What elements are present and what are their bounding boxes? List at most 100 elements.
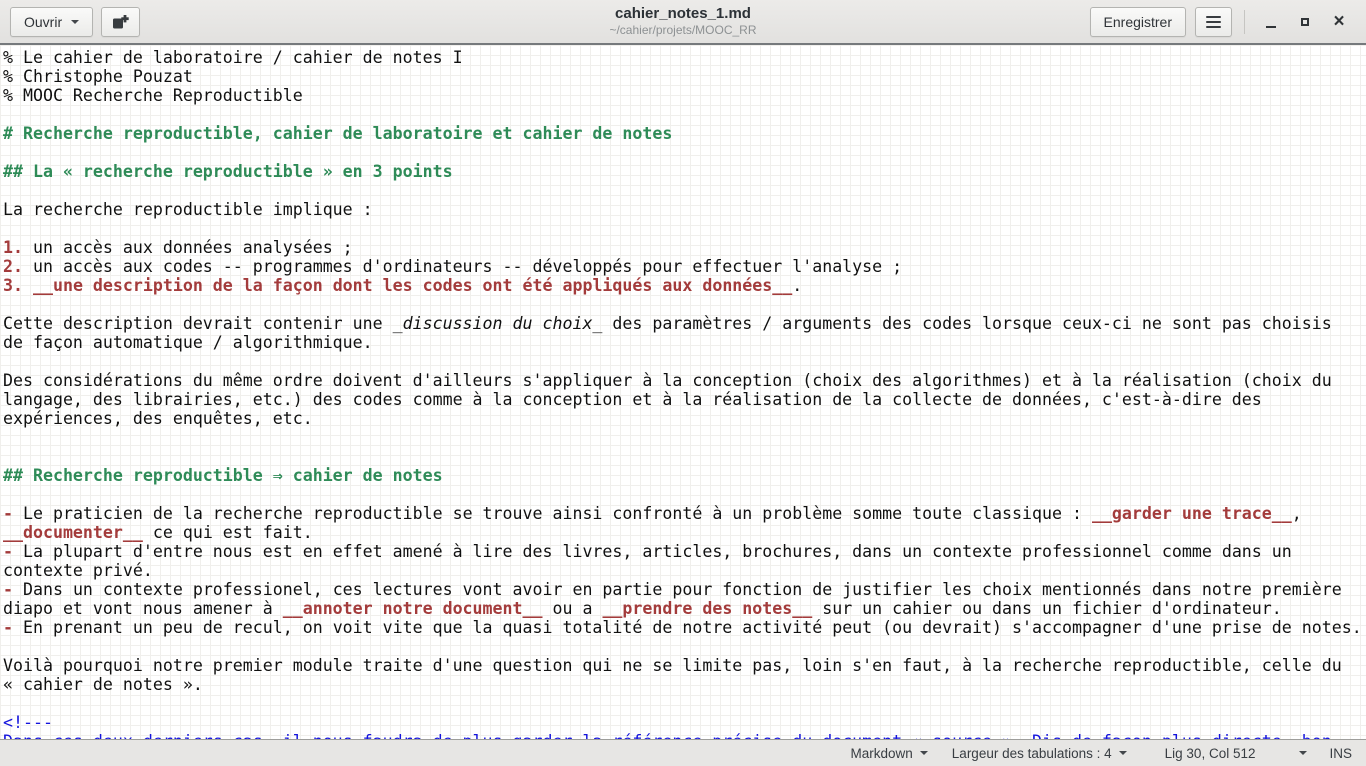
insert-mode-indicator: INS — [1329, 746, 1352, 761]
text-segment: __prendre des notes__ — [602, 599, 812, 618]
text-segment: de façon automatique / algorithmique. — [3, 333, 373, 352]
language-selector[interactable]: Markdown — [851, 746, 928, 761]
editor-line: langage, des librairies, etc.) des codes… — [3, 390, 1366, 409]
editor-line: 2. un accès aux codes -- programmes d'or… — [3, 257, 1366, 276]
editor-line: Voilà pourquoi notre premier module trai… — [3, 656, 1366, 675]
text-segment: Cette description devrait contenir une — [3, 314, 393, 333]
open-button[interactable]: Ouvrir — [10, 7, 93, 37]
headerbar-right-group: Enregistrer × — [1090, 7, 1356, 37]
text-segment: _discussion du choix_ — [393, 314, 603, 333]
text-segment: ou a — [542, 599, 602, 618]
text-segment: un accès aux données analysées ; — [23, 238, 353, 257]
text-segment: Dans un contexte professionel, ces lectu… — [13, 580, 1342, 599]
text-segment: . — [792, 276, 802, 295]
text-segment: langage, des librairies, etc.) des codes… — [3, 390, 1262, 409]
text-segment: __annoter notre document__ — [283, 599, 543, 618]
tab-width-label: Largeur des tabulations : 4 — [952, 746, 1112, 761]
editor-line: expériences, des enquêtes, etc. — [3, 409, 1366, 428]
text-segment: des paramètres / arguments des codes lor… — [602, 314, 1331, 333]
editor-line: <!--- — [3, 713, 1366, 732]
new-document-icon — [112, 14, 129, 30]
text-segment: - — [3, 618, 13, 637]
close-button[interactable]: × — [1322, 7, 1356, 37]
text-segment: 3. — [3, 276, 23, 295]
text-segment: 2. — [3, 257, 23, 276]
editor-line: - Le praticien de la recherche reproduct… — [3, 504, 1366, 523]
editor-line — [3, 143, 1366, 162]
chevron-down-icon — [1119, 751, 1127, 755]
editor-line: Dans ces deux derniers cas, il nous faud… — [3, 732, 1366, 739]
headerbar: Ouvrir cahier_notes_1.md ~/cahier/projet… — [0, 0, 1366, 45]
chevron-down-icon — [71, 20, 79, 24]
text-segment: Dans ces deux derniers cas, il nous faud… — [3, 732, 1332, 739]
editor-line — [3, 105, 1366, 124]
text-segment: expériences, des enquêtes, etc. — [3, 409, 313, 428]
editor-line: 1. un accès aux données analysées ; — [3, 238, 1366, 257]
goto-line-dropdown[interactable] — [1299, 751, 1307, 755]
editor-line: % MOOC Recherche Reproductible — [3, 86, 1366, 105]
text-segment: diapo et vont nous amener à — [3, 599, 283, 618]
editor-line: « cahier de notes ». — [3, 675, 1366, 694]
editor-line: Des considérations du même ordre doivent… — [3, 371, 1366, 390]
editor-line — [3, 352, 1366, 371]
text-segment: % Le cahier de laboratoire / cahier de n… — [3, 48, 463, 67]
save-button[interactable]: Enregistrer — [1090, 7, 1186, 37]
new-document-button[interactable] — [101, 7, 140, 37]
editor-line: ## La « recherche reproductible » en 3 p… — [3, 162, 1366, 181]
text-segment: - — [3, 504, 13, 523]
editor-line: 3. __une description de la façon dont le… — [3, 276, 1366, 295]
maximize-icon — [1301, 18, 1309, 26]
text-segment — [23, 276, 33, 295]
editor-content[interactable]: % Le cahier de laboratoire / cahier de n… — [0, 45, 1366, 739]
editor-line: # Recherche reproductible, cahier de lab… — [3, 124, 1366, 143]
editor-line — [3, 295, 1366, 314]
editor-line — [3, 428, 1366, 447]
editor-line: de façon automatique / algorithmique. — [3, 333, 1366, 352]
text-segment: ## Recherche reproductible ⇒ cahier de n… — [3, 466, 443, 485]
editor-line: - Dans un contexte professionel, ces lec… — [3, 580, 1366, 599]
cursor-position[interactable]: Lig 30, Col 512 — [1165, 746, 1256, 761]
text-segment: ## La « recherche reproductible » en 3 p… — [3, 162, 453, 181]
editor-line — [3, 219, 1366, 238]
text-segment: « cahier de notes ». — [3, 675, 203, 694]
close-icon: × — [1333, 12, 1344, 31]
text-segment: 1. — [3, 238, 23, 257]
tab-width-selector[interactable]: Largeur des tabulations : 4 — [952, 746, 1127, 761]
text-segment: Des considérations du même ordre doivent… — [3, 371, 1332, 390]
editor-line: ## Recherche reproductible ⇒ cahier de n… — [3, 466, 1366, 485]
text-segment: un accès aux codes -- programmes d'ordin… — [23, 257, 902, 276]
gedit-window: Ouvrir cahier_notes_1.md ~/cahier/projet… — [0, 0, 1366, 766]
text-segment: __une description de la façon dont les c… — [33, 276, 792, 295]
editor-line: % Le cahier de laboratoire / cahier de n… — [3, 48, 1366, 67]
text-segment: Le praticien de la recherche reproductib… — [13, 504, 1092, 523]
editor-line: - En prenant un peu de recul, on voit vi… — [3, 618, 1366, 637]
chevron-down-icon — [920, 751, 928, 755]
text-segment: <!--- — [3, 713, 53, 732]
text-segment: ce qui est fait. — [143, 523, 313, 542]
text-segment: sur un cahier ou dans un fichier d'ordin… — [812, 599, 1282, 618]
editor-line: % Christophe Pouzat — [3, 67, 1366, 86]
text-segment: __garder une trace__ — [1092, 504, 1292, 523]
menu-button[interactable] — [1195, 7, 1232, 37]
text-segment: - — [3, 580, 13, 599]
editor-line — [3, 485, 1366, 504]
text-segment: % MOOC Recherche Reproductible — [3, 86, 303, 105]
minimize-button[interactable] — [1254, 7, 1288, 37]
text-segment: En prenant un peu de recul, on voit vite… — [13, 618, 1362, 637]
maximize-button[interactable] — [1288, 7, 1322, 37]
cursor-position-label: Lig 30, Col 512 — [1165, 746, 1256, 761]
text-segment: # Recherche reproductible, cahier de lab… — [3, 124, 672, 143]
language-label: Markdown — [851, 746, 913, 761]
text-segment: __documenter__ — [3, 523, 143, 542]
text-segment: La recherche reproductible implique : — [3, 200, 373, 219]
document-title: cahier_notes_1.md — [615, 5, 751, 22]
editor-line: diapo et vont nous amener à __annoter no… — [3, 599, 1366, 618]
editor-line: contexte privé. — [3, 561, 1366, 580]
editor-line: Cette description devrait contenir une _… — [3, 314, 1366, 333]
open-button-label: Ouvrir — [24, 15, 62, 29]
document-path: ~/cahier/projets/MOOC_RR — [609, 23, 756, 37]
editor-line: - La plupart d'entre nous est en effet a… — [3, 542, 1366, 561]
editor-line — [3, 637, 1366, 656]
text-segment: contexte privé. — [3, 561, 153, 580]
minimize-icon — [1266, 26, 1276, 28]
